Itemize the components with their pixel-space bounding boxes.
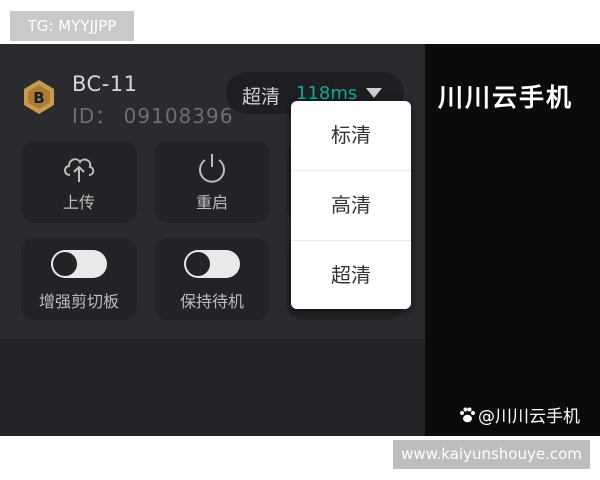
upload-button[interactable]: 上传 — [21, 141, 137, 223]
device-name: BC-11 — [72, 72, 138, 96]
watermark-text: @川川云手机 — [478, 407, 580, 427]
paw-icon — [460, 407, 475, 422]
svg-text:B: B — [33, 89, 44, 107]
watermark-tag-top: TG: MYYJJPP — [10, 11, 134, 41]
toggle-knob — [186, 252, 210, 276]
device-id: ID： 09108396 — [72, 104, 234, 128]
screenshot-frame: B BC-11 ID： 09108396 超清 118ms 上传 重启 增强剪切… — [0, 44, 600, 436]
standby-label: 保持待机 — [179, 292, 244, 311]
clipboard-label: 增强剪切板 — [38, 292, 119, 311]
restart-button[interactable]: 重启 — [154, 141, 270, 223]
brand-title: 川川云手机 — [438, 83, 574, 112]
cloud-upload-icon — [64, 158, 95, 182]
watermark-tag-bottom: www.kaiyunshouye.com — [393, 440, 590, 469]
brand-watermark: @川川云手机 — [458, 402, 580, 427]
toggle-knob — [53, 252, 77, 276]
clipboard-toggle-tile[interactable]: 增强剪切板 — [21, 238, 137, 320]
upload-label: 上传 — [62, 193, 95, 212]
chevron-down-icon — [366, 88, 382, 98]
quality-option-uhd[interactable]: 超清 — [291, 241, 411, 310]
panel-lower-area — [0, 339, 425, 436]
standby-toggle[interactable] — [184, 250, 240, 278]
clipboard-toggle[interactable] — [51, 250, 107, 278]
quality-current: 超清 — [242, 86, 281, 108]
power-icon — [199, 154, 225, 183]
device-logo-icon: B — [24, 80, 54, 114]
standby-toggle-tile[interactable]: 保持待机 — [154, 238, 270, 320]
quality-option-hd[interactable]: 高清 — [291, 171, 411, 241]
quality-option-sd[interactable]: 标清 — [291, 101, 411, 171]
quality-menu: 标清 高清 超清 — [291, 101, 411, 309]
restart-label: 重启 — [195, 193, 228, 212]
